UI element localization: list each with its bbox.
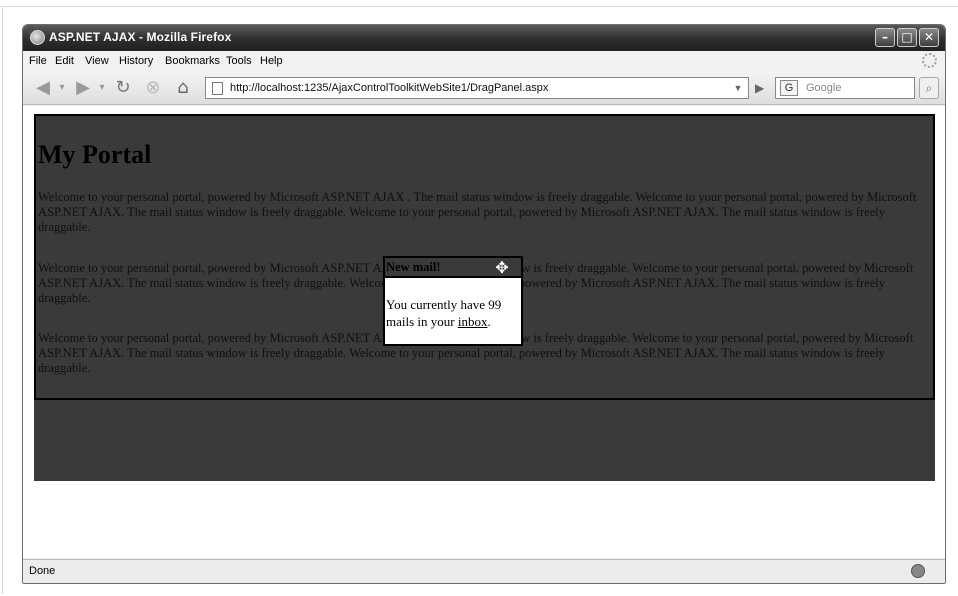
maximize-button[interactable]: □ [897,28,917,47]
menu-bookmarks[interactable]: Bookmarks [165,55,220,67]
portal-panel: My Portal Welcome to your personal porta… [34,114,935,400]
forward-arrow-icon[interactable]: ▶ [71,77,95,99]
search-input[interactable]: G Google [775,77,915,99]
status-text: Done [29,565,56,577]
back-history-dropdown-icon[interactable]: ▾ [57,77,67,99]
menu-history[interactable]: History [119,55,153,67]
menu-help[interactable]: Help [260,55,283,67]
activity-throbber-icon [922,53,937,68]
mail-text-end: . [487,314,491,329]
paragraph-1: Welcome to your personal portal, powered… [38,190,917,234]
mail-drag-handle[interactable]: New mail! ✥ [385,258,521,278]
move-cursor-icon: ✥ [495,258,509,277]
go-icon[interactable]: ▶ [755,81,764,95]
title-bar[interactable]: ASP.NET AJAX - Mozilla Firefox – □ ✕ [23,25,945,51]
search-placeholder: Google [806,82,842,94]
address-bar[interactable]: http://localhost:1235/AjaxControlToolkit… [205,77,749,99]
menu-file[interactable]: File [29,55,47,67]
mail-title: New mail! [386,260,441,274]
search-engine-icon[interactable]: G [780,80,798,96]
status-bar: Done [23,559,945,583]
url-text: http://localhost:1235/AjaxControlToolkit… [230,82,549,94]
status-indicator-icon [911,564,925,578]
home-icon[interactable]: ⌂ [171,77,195,99]
reload-icon[interactable]: ↻ [111,77,135,99]
close-button[interactable]: ✕ [919,28,939,47]
menu-edit[interactable]: Edit [55,55,74,67]
mail-status-window[interactable]: New mail! ✥ You currently have 99 mails … [383,256,523,346]
url-dropdown-icon[interactable]: ▼ [732,82,744,94]
page-top-rule [0,6,958,7]
navigation-toolbar: ◀ ▾ ▶ ▾ ↻ ⊗ ⌂ http://localhost:1235/Ajax… [23,71,945,105]
mail-message: You currently have 99 mails in your inbo… [386,296,520,330]
menu-view[interactable]: View [85,55,109,67]
page-content: My Portal Welcome to your personal porta… [23,106,945,558]
forward-history-dropdown-icon[interactable]: ▾ [97,77,107,99]
menu-bar: File Edit View History Bookmarks Tools H… [23,51,945,71]
page-icon [212,82,223,95]
minimize-button[interactable]: – [875,28,895,47]
menu-tools[interactable]: Tools [226,55,252,67]
firefox-icon [30,30,45,45]
stop-icon[interactable]: ⊗ [141,77,165,99]
back-arrow-icon[interactable]: ◀ [31,77,55,99]
page-left-rule [2,6,3,594]
page-title: My Portal [38,140,152,169]
window-title: ASP.NET AJAX - Mozilla Firefox [49,30,232,44]
search-icon[interactable]: ⌕ [919,77,939,99]
browser-window: ASP.NET AJAX - Mozilla Firefox – □ ✕ Fil… [22,24,946,584]
inbox-link[interactable]: inbox [458,314,488,329]
